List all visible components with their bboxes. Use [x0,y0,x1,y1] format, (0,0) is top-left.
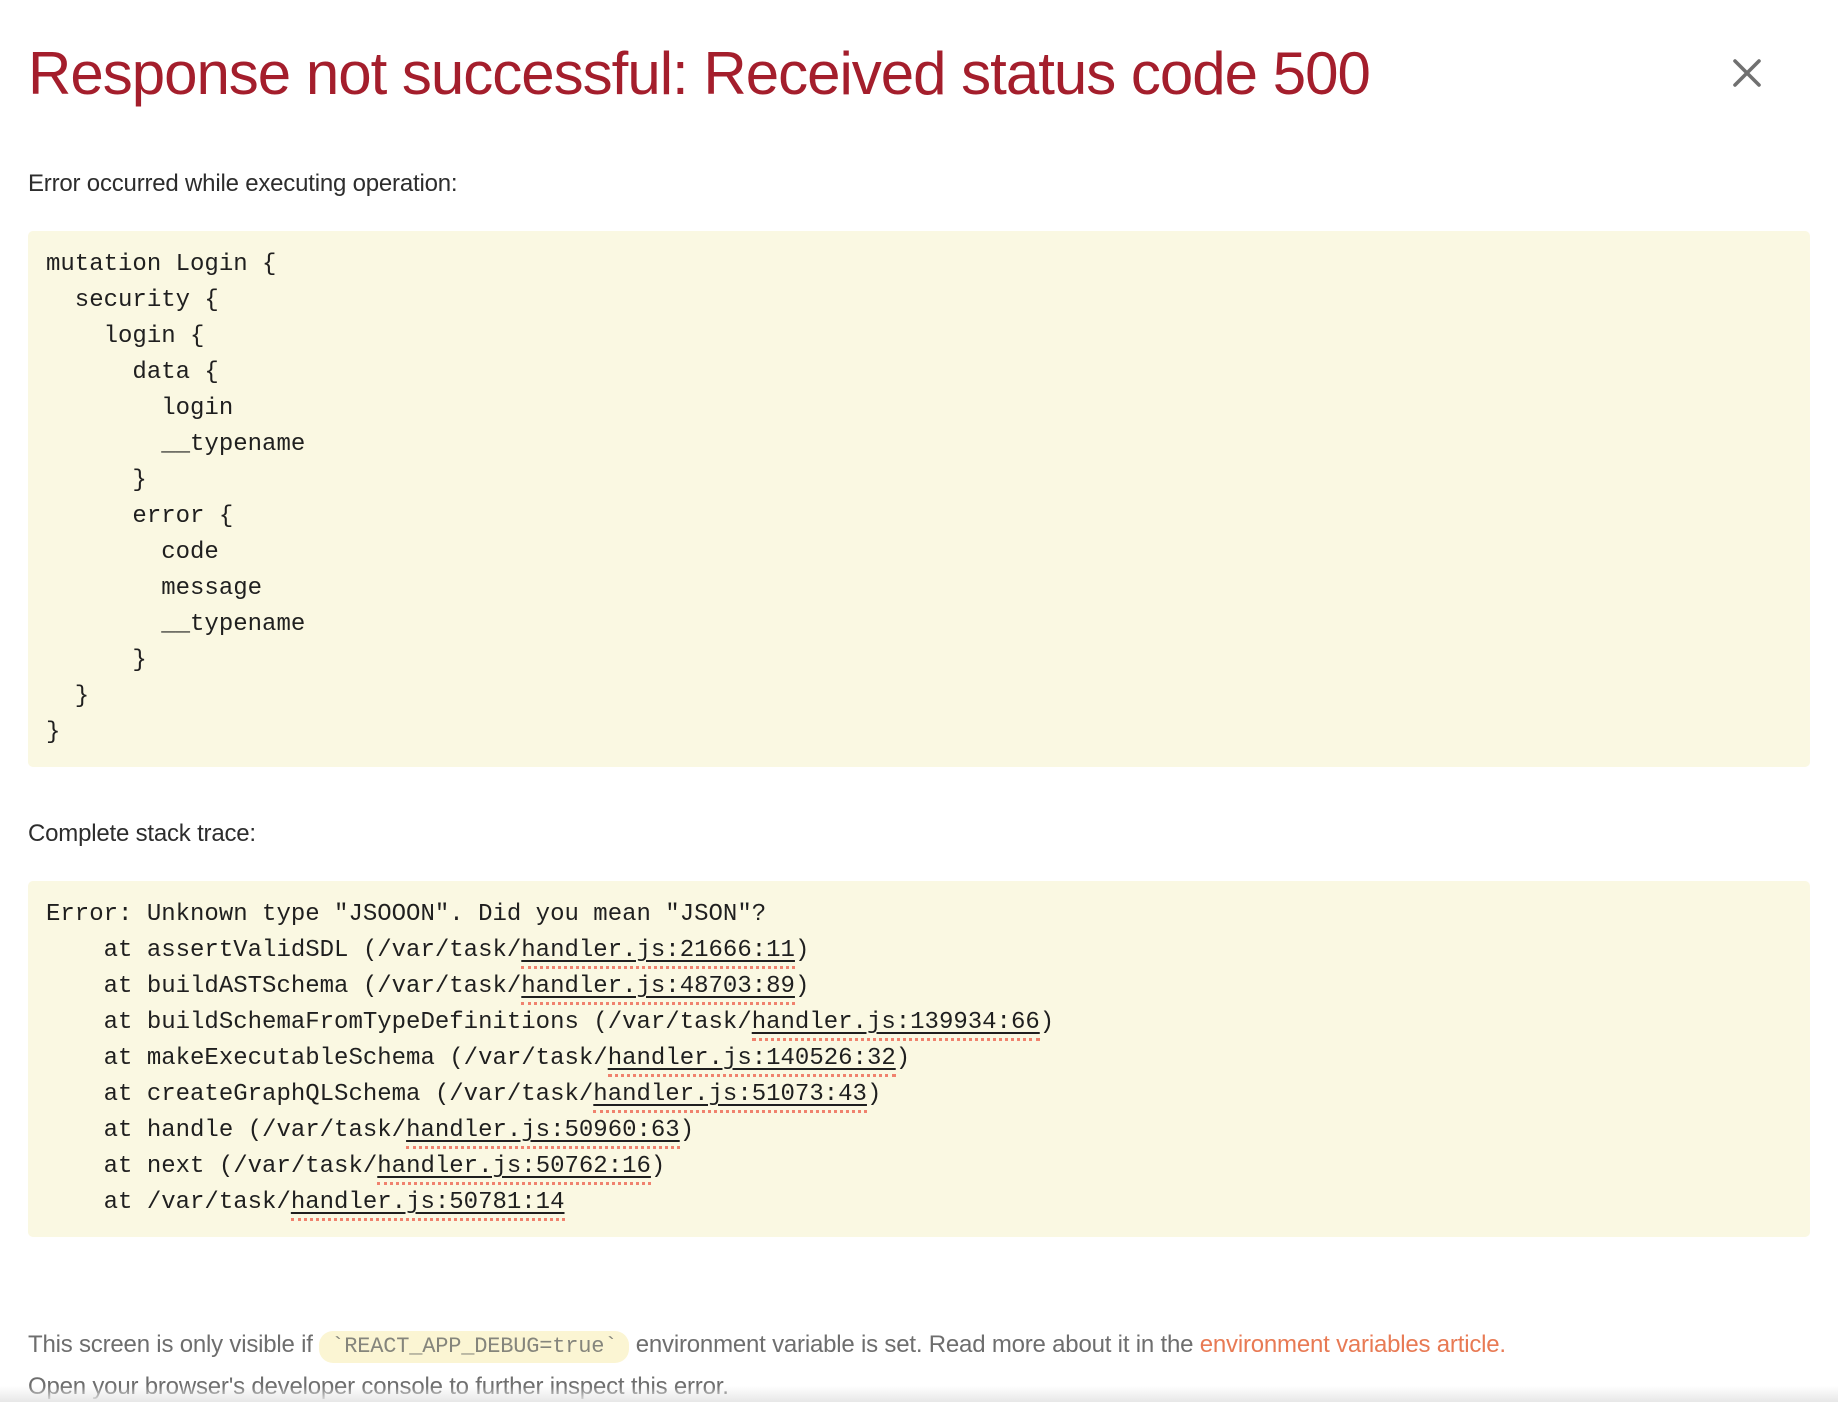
trace-location-text: handler.js:139934:66 [752,1009,1040,1041]
stacktrace-code: Error: Unknown type "JSOOON". Did you me… [46,897,1792,1221]
close-button[interactable] [1724,50,1770,96]
trace-location-text: handler.js:21666:11 [521,937,795,969]
operation-code: mutation Login { security { login { data… [46,247,1792,751]
footer-text-after-chip: environment variable is set. Read more a… [629,1331,1199,1358]
trace-location-text: handler.js:48703:89 [521,973,795,1005]
header: Response not successful: Received status… [28,0,1810,111]
error-debug-overlay: Response not successful: Received status… [0,0,1838,1402]
env-var-chip: `REACT_APP_DEBUG=true` [319,1331,629,1363]
trace-location-text: handler.js:51073:43 [593,1081,867,1113]
bottom-fade-divider [0,1386,1838,1402]
error-title: Response not successful: Received status… [28,36,1370,111]
trace-location-text: handler.js:50781:14 [291,1189,565,1221]
operation-code-block: mutation Login { security { login { data… [28,231,1810,767]
trace-location-text: handler.js:50960:63 [406,1117,680,1149]
trace-location-text: handler.js:50762:16 [377,1153,651,1185]
stacktrace-code-block: Error: Unknown type "JSOOON". Did you me… [28,881,1810,1237]
stacktrace-section-label: Complete stack trace: [28,817,1810,851]
operation-section-label: Error occurred while executing operation… [28,167,1810,201]
footer-text-before-chip: This screen is only visible if [28,1331,319,1358]
trace-location-text: handler.js:140526:32 [608,1045,896,1077]
environment-variables-article-link[interactable]: environment variables article. [1200,1331,1506,1358]
close-icon [1730,56,1764,90]
